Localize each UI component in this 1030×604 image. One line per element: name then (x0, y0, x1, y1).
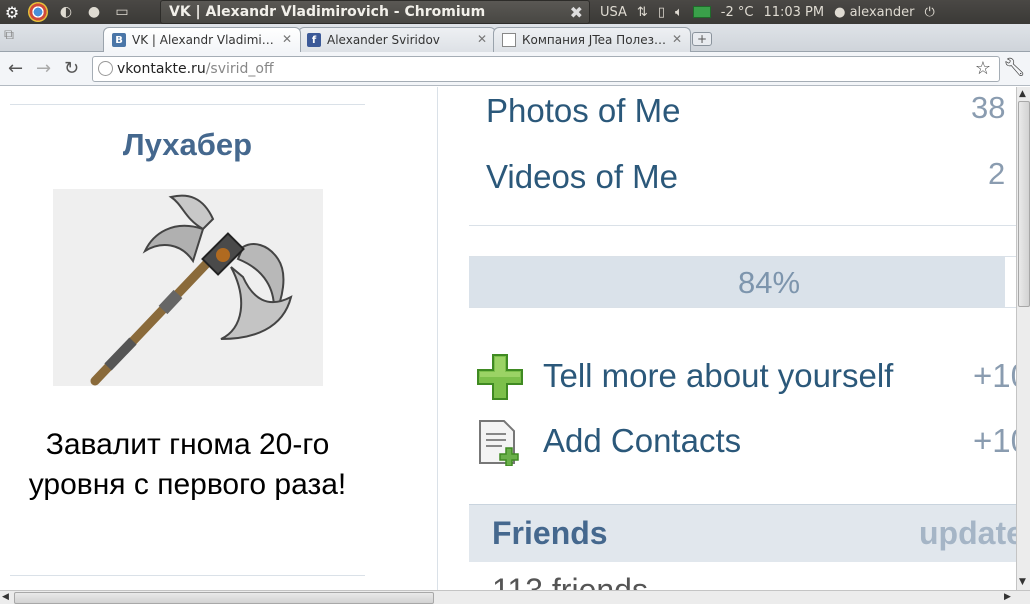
forward-icon[interactable]: → (36, 58, 51, 79)
clock[interactable]: 11:03 PM (763, 5, 824, 20)
system-panel: ⚙ ◐ ● ▭ VK | Alexandr Vladimirovich - Ch… (0, 0, 1030, 24)
volume-icon[interactable]: 🔈︎ (675, 5, 683, 20)
reload-icon[interactable]: ↻ (64, 58, 79, 79)
network-icon[interactable]: ⇅ (637, 5, 648, 20)
facebook-favicon: f (307, 33, 321, 47)
screen: ⚙ ◐ ● ▭ VK | Alexandr Vladimirovich - Ch… (0, 0, 1030, 604)
task-label[interactable]: Tell more about yourself (543, 357, 893, 395)
scroll-down-icon[interactable]: ▼ (1019, 577, 1026, 587)
gift-description: Завалит гнома 20-го уровня с первого раз… (28, 428, 347, 501)
task-bonus: +10 (973, 357, 1016, 394)
friends-update-link[interactable]: update (919, 515, 1016, 552)
page-favicon (502, 33, 516, 47)
photos-count: 38 (971, 90, 1006, 125)
gift-panel: Лухабер Завалит гнома 20-го уровня с пер… (0, 87, 438, 590)
tab-close-icon[interactable]: ✕ (477, 32, 487, 46)
profile-progress-bar[interactable]: 84% (469, 256, 1016, 308)
vk-favicon: B (112, 33, 126, 47)
tab-overview-icon[interactable]: ⧉ (4, 27, 14, 43)
friends-title[interactable]: Friends (492, 515, 608, 552)
url-path: /svirid_off (205, 61, 274, 77)
photos-of-me-link[interactable]: Photos of Me (486, 92, 680, 130)
profile-sidebar: Photos of Me 38 Videos of Me 2 84% Tell … (469, 87, 1016, 590)
task-tell-more[interactable]: Tell more about yourself +10 (476, 353, 1016, 403)
vertical-scroll-thumb[interactable] (1018, 101, 1030, 307)
tab-close-icon[interactable]: ✕ (282, 32, 292, 46)
task-bonus: +10 (973, 422, 1016, 459)
new-tab-button[interactable]: + (692, 32, 712, 46)
battery-icon[interactable]: ▯ (658, 5, 665, 20)
scroll-right-icon[interactable]: ▶ (1004, 592, 1011, 602)
battle-axe-icon (53, 189, 323, 386)
gift-title[interactable]: Лухабер (10, 127, 365, 163)
tab-label: Компания JTea Полез… (522, 33, 666, 47)
user-name: alexander (849, 4, 915, 20)
tab-vk[interactable]: B VK | Alexandr Vladimi… ✕ (103, 27, 301, 52)
task-add-contacts[interactable]: Add Contacts +10 (476, 418, 1016, 468)
task-label[interactable]: Add Contacts (543, 422, 741, 460)
tab-close-icon[interactable]: ✕ (672, 32, 682, 46)
user-menu[interactable]: ● alexander (834, 5, 914, 20)
url-host: vkontakte.ru (117, 61, 206, 77)
back-icon[interactable]: ← (8, 58, 23, 79)
mail-icon[interactable] (692, 6, 711, 18)
terminal-launcher-icon[interactable]: ▭ (108, 1, 136, 23)
bookmark-star-icon[interactable]: ☆ (975, 58, 991, 79)
chromium-launcher-icon[interactable] (28, 2, 48, 22)
gift-image[interactable] (53, 189, 323, 386)
tab-jtea[interactable]: Компания JTea Полез… ✕ (493, 27, 691, 52)
divider (10, 575, 365, 576)
videos-count: 2 (988, 156, 1006, 191)
scroll-left-icon[interactable]: ◀ (2, 592, 9, 602)
power-icon[interactable]: ⏻ (924, 5, 934, 20)
system-tray: USA ⇅ ▯ 🔈︎ -2 °C 11:03 PM ● alexander ⏻ (600, 0, 935, 24)
browser-toolbar: ← → ↻ vkontakte.ru/svirid_off ☆ 🔧︎ (0, 52, 1030, 86)
horizontal-scroll-thumb[interactable] (14, 592, 434, 604)
tab-strip: ⧉ B VK | Alexandr Vladimi… ✕ f Alexander… (0, 24, 1030, 52)
friends-header: Friends update (469, 504, 1016, 562)
tab-label: VK | Alexandr Vladimi… (132, 33, 274, 47)
tab-label: Alexander Sviridov (327, 33, 440, 47)
vertical-scrollbar[interactable]: ▲ ▼ (1016, 87, 1030, 590)
globe-icon (98, 61, 113, 76)
videos-of-me-link[interactable]: Videos of Me (486, 158, 678, 196)
weather-temp[interactable]: -2 °C (721, 5, 754, 20)
active-window-title[interactable]: VK | Alexandr Vladimirovich - Chromium ✖ (160, 0, 590, 24)
window-title-text: VK | Alexandr Vladimirovich - Chromium (169, 4, 486, 20)
divider (469, 225, 1016, 226)
green-plus-icon (477, 354, 523, 400)
app-launcher-icon-2[interactable]: ● (80, 1, 108, 23)
tab-facebook[interactable]: f Alexander Sviridov ✕ (298, 27, 496, 52)
page-content: Лухабер Завалит гнома 20-го уровня с пер… (0, 87, 1016, 590)
divider (10, 104, 365, 105)
window-close-icon[interactable]: ✖ (570, 3, 583, 22)
ubuntu-menu-icon[interactable]: ⚙ (0, 0, 24, 24)
horizontal-scrollbar[interactable]: ◀ ▶ (0, 590, 1030, 604)
keyboard-layout[interactable]: USA (600, 5, 627, 20)
app-launcher-icon[interactable]: ◐ (52, 1, 80, 23)
progress-percent: 84% (737, 265, 801, 300)
scroll-up-icon[interactable]: ▲ (1019, 89, 1026, 99)
wrench-menu-icon[interactable]: 🔧︎ (1003, 57, 1026, 78)
address-bar[interactable]: vkontakte.ru/svirid_off ☆ (92, 56, 1000, 82)
friends-count[interactable]: 113 friends (492, 572, 648, 590)
add-contact-icon (479, 420, 519, 466)
